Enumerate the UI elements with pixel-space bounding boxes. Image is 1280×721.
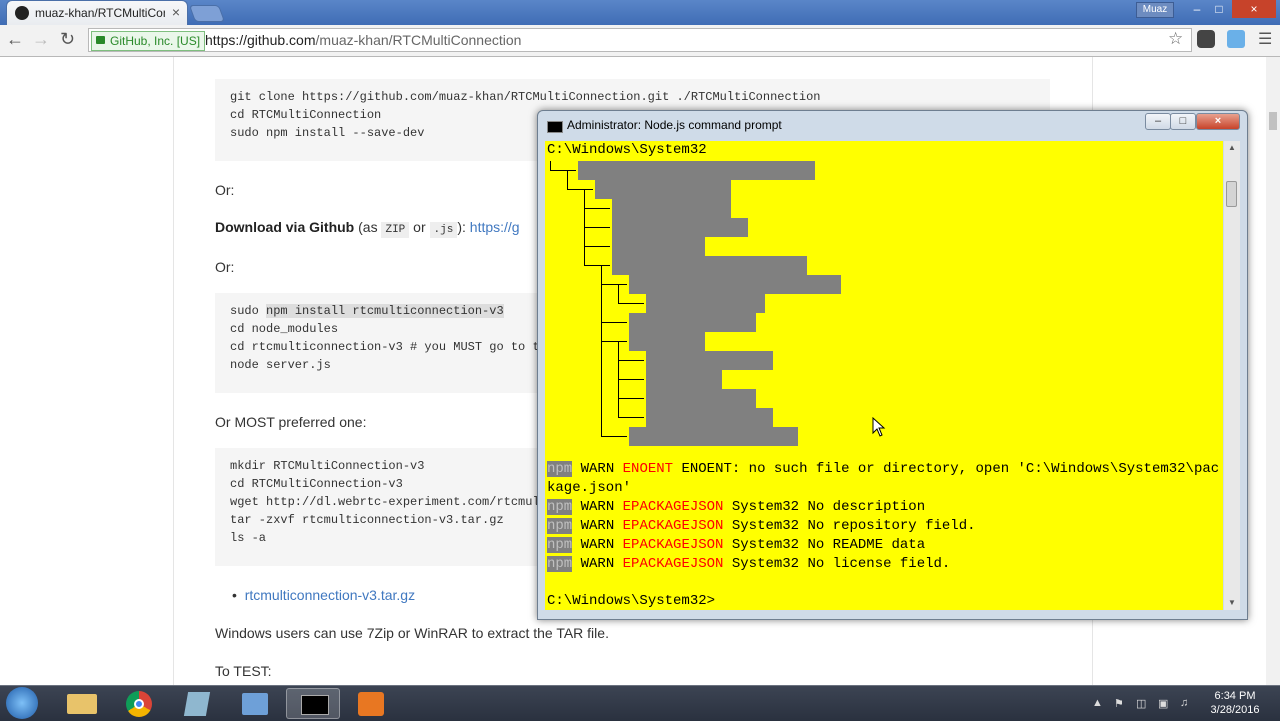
download-link[interactable]: https://g: [470, 219, 520, 235]
lock-icon: [96, 36, 105, 44]
back-icon[interactable]: ←: [6, 29, 24, 50]
cmd-window[interactable]: Administrator: Node.js command prompt – …: [537, 110, 1248, 620]
control-panel-taskbar-icon[interactable]: [228, 688, 282, 719]
url-text[interactable]: https://github.com/muaz-khan/RTCMultiCon…: [205, 32, 521, 48]
cmd-window-title: Administrator: Node.js command prompt: [567, 118, 782, 132]
close-window-button[interactable]: ×: [1232, 0, 1276, 18]
redacted-tree-entry: [612, 199, 731, 218]
redacted-tree-entry: [629, 332, 705, 351]
app-taskbar-icon[interactable]: [170, 688, 224, 719]
new-tab-button[interactable]: [188, 5, 226, 22]
terminal-warn-line: npm WARN EPACKAGEJSON System32 No licens…: [547, 556, 951, 572]
windows-taskbar: ▲ ⚑ ◫ ▣ ♫ 6:34 PM 3/28/2016: [0, 685, 1280, 721]
ev-certificate-badge[interactable]: GitHub, Inc. [US]: [91, 31, 206, 51]
terminal-output[interactable]: C:\Windows\System32 npm WARN ENOENT ENOE…: [545, 141, 1223, 610]
recorder-taskbar-icon[interactable]: [344, 688, 398, 719]
terminal-warn-line: npm WARN EPACKAGEJSON System32 No descri…: [547, 499, 926, 515]
profile-button[interactable]: Muaz: [1136, 2, 1174, 18]
redacted-tree-entry: [578, 161, 815, 180]
github-favicon-icon: [15, 6, 29, 20]
screen-capture-extension-icon[interactable]: [1227, 30, 1245, 48]
cmd-close-button[interactable]: ×: [1196, 113, 1240, 130]
volume-icon[interactable]: ♫: [1180, 697, 1188, 709]
reload-icon[interactable]: ↻: [60, 29, 75, 50]
tab-close-button[interactable]: ×: [172, 4, 180, 20]
bookmark-star-icon[interactable]: ☆: [1168, 29, 1183, 49]
or-text-2: Or:: [215, 259, 235, 275]
terminal-prompt: C:\Windows\System32: [547, 142, 707, 158]
start-button[interactable]: [6, 687, 38, 719]
extension-icon[interactable]: [1197, 30, 1215, 48]
tray-expand-icon[interactable]: ▲: [1092, 697, 1103, 709]
redacted-tree-entry: [629, 313, 756, 332]
cmd-scrollbar[interactable]: ▲ ▼: [1224, 141, 1240, 610]
system-clock[interactable]: 6:34 PM 3/28/2016: [1200, 689, 1270, 717]
redacted-tree-entry: [595, 180, 731, 199]
terminal-prompt-current: C:\Windows\System32>: [547, 593, 716, 609]
redacted-tree-entry: [612, 218, 748, 237]
list-item: • rtcmulticonnection-v3.tar.gz: [232, 587, 416, 603]
tab-title: muaz-khan/RTCMultiCon: [35, 6, 165, 20]
page-scrollbar-thumb[interactable]: [1269, 112, 1277, 130]
redacted-tree-entry: [646, 408, 773, 427]
windows-note-text: Windows users can use 7Zip or WinRAR to …: [215, 625, 609, 641]
redacted-tree-entry: [646, 351, 773, 370]
network-icon[interactable]: ▣: [1158, 697, 1168, 710]
address-bar[interactable]: GitHub, Inc. [US] https://github.com/mua…: [88, 28, 1192, 52]
scroll-up-icon[interactable]: ▲: [1228, 143, 1236, 152]
browser-tab[interactable]: muaz-khan/RTCMultiCon ×: [6, 0, 188, 25]
maximize-button[interactable]: □: [1208, 0, 1230, 18]
cmd-maximize-button[interactable]: □: [1170, 113, 1196, 130]
tarball-link[interactable]: rtcmulticonnection-v3.tar.gz: [245, 587, 415, 603]
or-most-preferred-text: Or MOST preferred one:: [215, 414, 367, 430]
clock-date: 3/28/2016: [1210, 704, 1260, 716]
terminal-warn-line: npm WARN EPACKAGEJSON System32 No README…: [547, 537, 926, 553]
redacted-tree-entry: [646, 389, 756, 408]
page-scrollbar[interactable]: [1266, 57, 1280, 685]
redacted-tree-entry: [646, 294, 765, 313]
redacted-tree-entry: [629, 427, 798, 446]
cmd-taskbar-icon[interactable]: [286, 688, 340, 719]
menu-icon[interactable]: ☰: [1258, 29, 1272, 49]
download-via-github-text: Download via Github (as ZIP or .js): htt…: [215, 219, 520, 238]
action-center-icon[interactable]: ⚑: [1114, 697, 1124, 710]
redacted-tree-entry: [646, 370, 722, 389]
terminal-warn-line: npm WARN EPACKAGEJSON System32 No reposi…: [547, 518, 976, 534]
forward-icon[interactable]: →: [32, 29, 50, 50]
or-text: Or:: [215, 182, 235, 198]
redacted-tree-entry: [612, 256, 807, 275]
to-test-heading: To TEST:: [215, 663, 272, 679]
tray-app-icon[interactable]: ◫: [1136, 697, 1146, 710]
cmd-scrollbar-thumb[interactable]: [1226, 181, 1237, 207]
terminal-warn-line: npm WARN ENOENT ENOENT: no such file or …: [547, 461, 1220, 477]
code-block-npm-install: sudo npm install rtcmulticonnection-v3 c…: [215, 293, 545, 393]
chrome-taskbar-icon[interactable]: [112, 688, 166, 719]
browser-toolbar: ← → ↻ GitHub, Inc. [US] https://github.c…: [0, 25, 1280, 57]
explorer-taskbar-icon[interactable]: [55, 688, 109, 719]
clock-time: 6:34 PM: [1214, 690, 1256, 702]
scroll-down-icon[interactable]: ▼: [1228, 598, 1236, 607]
cmd-minimize-button[interactable]: –: [1145, 113, 1171, 130]
code-block-wget: mkdir RTCMultiConnection-v3 cd RTCMultiC…: [215, 448, 545, 566]
cmd-window-icon: [547, 121, 563, 133]
minimize-button[interactable]: –: [1186, 0, 1208, 18]
redacted-tree-entry: [612, 237, 705, 256]
mouse-cursor-icon: [872, 417, 886, 437]
browser-tab-strip: muaz-khan/RTCMultiCon × Muaz – □ ×: [0, 0, 1280, 25]
redacted-tree-entry: [629, 275, 841, 294]
terminal-warn-line-cont: kage.json': [547, 480, 632, 496]
